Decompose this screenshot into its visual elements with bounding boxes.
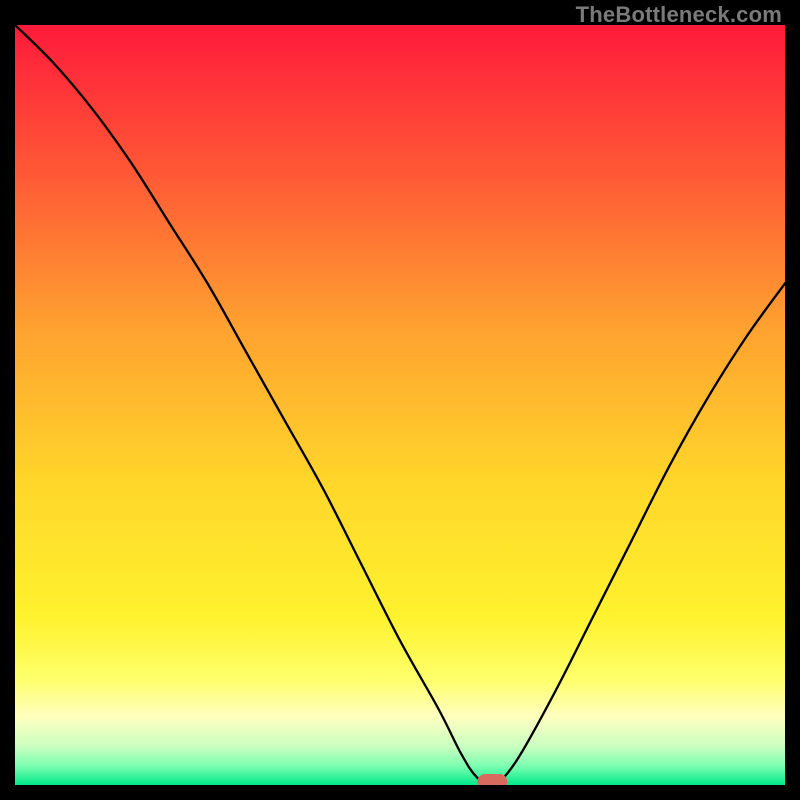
bottleneck-chart bbox=[15, 25, 785, 785]
watermark-label: TheBottleneck.com bbox=[576, 2, 782, 28]
chart-frame bbox=[15, 25, 785, 785]
optimum-marker bbox=[477, 774, 507, 785]
gradient-background bbox=[15, 25, 785, 785]
